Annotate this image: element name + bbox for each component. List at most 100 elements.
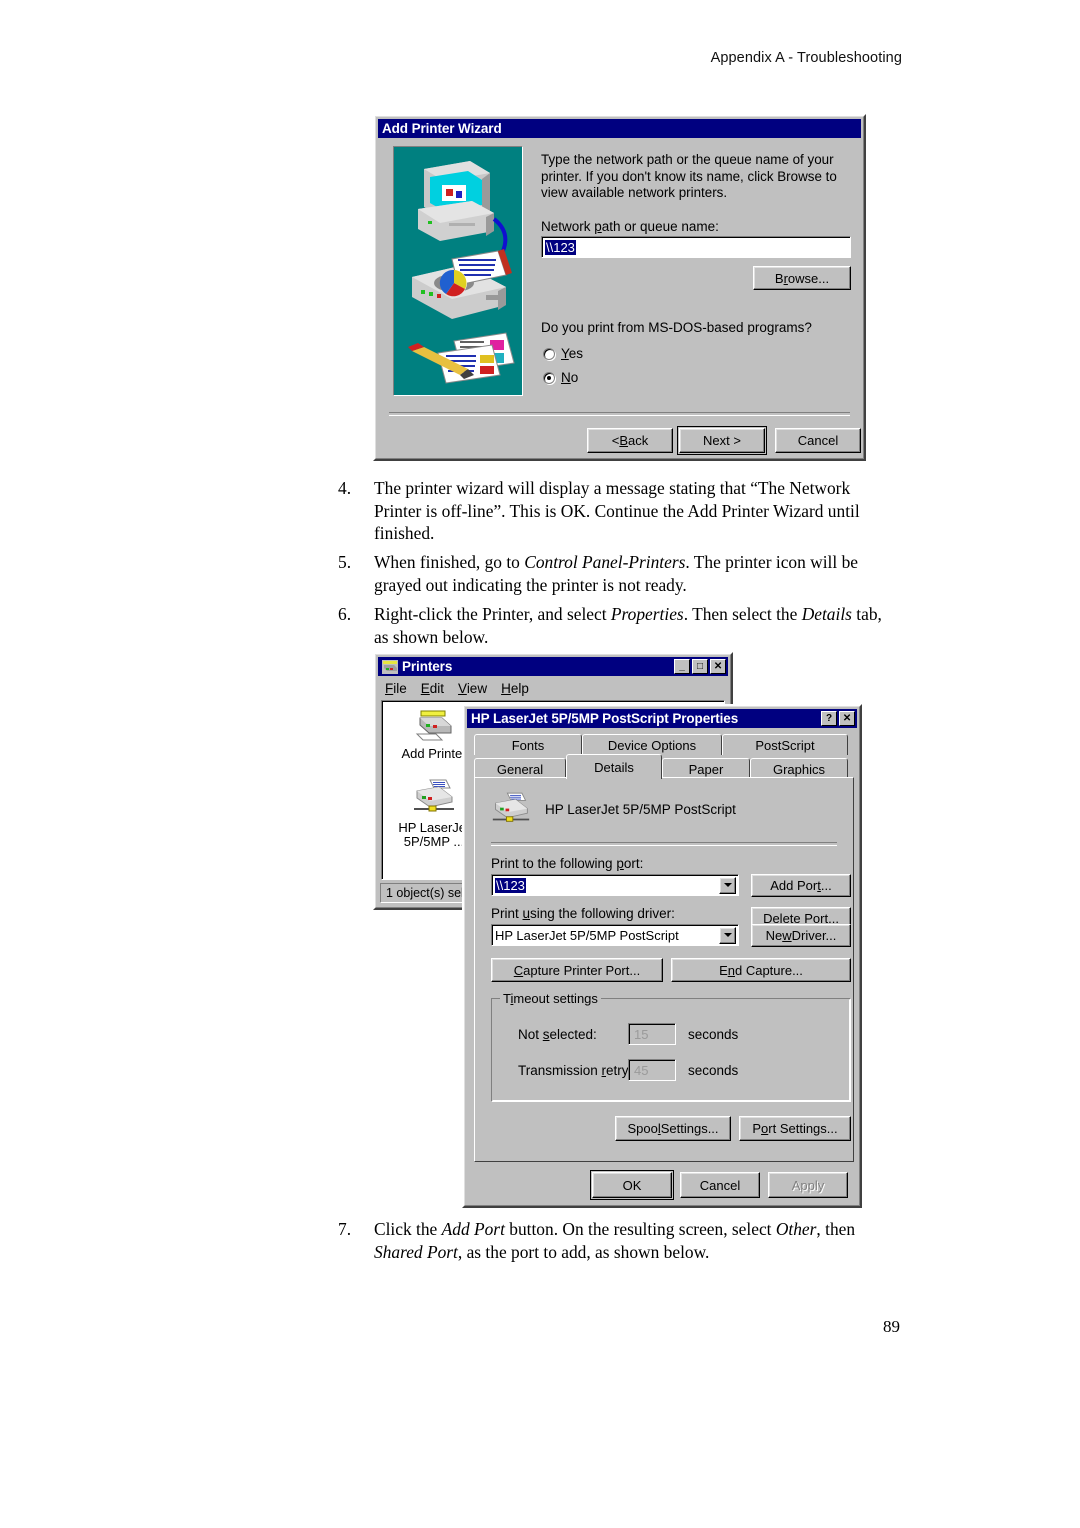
transmission-retry-label: Transmission retry: xyxy=(518,1063,633,1078)
step-text-run: , then xyxy=(816,1219,856,1239)
network-path-label: Network path or queue name: xyxy=(541,219,719,234)
step-text-run: . Then select the xyxy=(683,603,802,624)
step-text-emphasis: Details xyxy=(801,603,852,624)
cancel-button[interactable]: Cancel xyxy=(775,428,861,453)
cancel-button[interactable]: Cancel xyxy=(680,1172,760,1198)
step-number: 7. xyxy=(338,1219,352,1239)
tab-fonts[interactable]: Fonts xyxy=(474,734,582,755)
new-driver-button[interactable]: Ne w Driver... xyxy=(751,924,851,947)
wizard-separator xyxy=(389,412,850,416)
printer-icon xyxy=(414,779,454,812)
identity-separator xyxy=(491,842,837,846)
not-selected-unit: seconds xyxy=(688,1027,739,1042)
step-text-run: button. On the resulting screen, select xyxy=(504,1219,776,1239)
printer-properties-dialog: HP LaserJet 5P/5MP PostScript Properties… xyxy=(462,704,862,1208)
printers-menubar: File Edit View Help xyxy=(379,678,727,698)
minimize-button[interactable]: _ xyxy=(674,659,690,674)
radio-no-circle xyxy=(543,371,555,384)
tab-general[interactable]: General xyxy=(474,758,566,779)
step-item: 4. The printer wizard will display a mess… xyxy=(338,477,894,545)
add-printer-icon xyxy=(415,710,452,741)
steps-list-1: 4. The printer wizard will display a mess… xyxy=(338,477,894,655)
printers-title: Printers xyxy=(402,659,453,674)
not-selected-input[interactable]: 15 xyxy=(628,1023,676,1045)
wizard-titlebar: Add Printer Wizard xyxy=(378,119,861,138)
step-text-emphasis: Control Panel-Printers xyxy=(524,552,686,573)
add-port-button[interactable]: Add Por t... xyxy=(751,874,851,897)
tab-device-options[interactable]: Device Options xyxy=(582,734,722,755)
step-number: 4. xyxy=(338,478,352,498)
step-item: 6. Right-click the Printer, and select Pr… xyxy=(338,603,894,648)
printer-identity: HP LaserJet 5P/5MP PostScript xyxy=(491,792,736,827)
step-number: 5. xyxy=(338,552,352,573)
properties-title: HP LaserJet 5P/5MP PostScript Properties xyxy=(471,711,739,726)
step-text: Click the Add Port button. On the result… xyxy=(374,1218,894,1263)
close-button[interactable]: ✕ xyxy=(839,711,855,726)
back-button[interactable]: < Back xyxy=(587,428,673,453)
page-header: Appendix A - Troubleshooting xyxy=(710,50,902,66)
wizard-illustration xyxy=(393,146,523,396)
step-text: When finished, go to Control Panel-Print… xyxy=(374,551,894,596)
step-text: Right-click the Printer, and select Prop… xyxy=(374,603,894,648)
step-item: 7. Click the Add Port button. On the resu… xyxy=(338,1218,894,1263)
printer-name-label: HP LaserJet 5P/5MP PostScript xyxy=(545,802,736,817)
wizard-title: Add Printer Wizard xyxy=(382,121,502,136)
step-text-run: The printer wizard will display a messag… xyxy=(374,478,860,544)
end-capture-button[interactable]: End Capture... xyxy=(671,958,851,982)
port-settings-button[interactable]: Po rt Settings... xyxy=(739,1116,851,1141)
step-text: The printer wizard will display a messag… xyxy=(374,477,894,545)
port-combobox[interactable]: \\123 xyxy=(491,874,739,896)
capture-printer-port-button[interactable]: Capture Printer Port... xyxy=(491,958,663,982)
page-number: 89 xyxy=(883,1317,900,1336)
network-path-value: \\123 xyxy=(545,239,576,255)
step-text-emphasis: Add Port xyxy=(441,1219,505,1239)
tabs-row-1: Fonts Device Options PostScript xyxy=(474,734,848,755)
tab-details[interactable]: Details xyxy=(566,754,662,779)
printer-icon xyxy=(492,792,530,822)
step-text-emphasis: Shared Port xyxy=(374,1241,458,1262)
step-number: 6. xyxy=(338,603,352,624)
chevron-down-icon[interactable] xyxy=(719,876,736,894)
tab-paper[interactable]: Paper xyxy=(662,758,750,779)
radio-no[interactable]: No xyxy=(543,370,578,385)
driver-value: HP LaserJet 5P/5MP PostScript xyxy=(495,927,679,943)
printers-folder-icon xyxy=(382,659,398,674)
spool-settings-button[interactable]: Spoo l Settings... xyxy=(615,1116,731,1141)
printers-titlebar: Printers _ □ ✕ xyxy=(378,657,728,676)
driver-label: Print using the following driver: xyxy=(491,906,675,921)
step-text-emphasis: Properties xyxy=(610,603,684,624)
close-button[interactable]: ✕ xyxy=(710,659,726,674)
menu-view[interactable]: View xyxy=(458,681,487,696)
network-path-input[interactable]: \\123 xyxy=(541,236,851,258)
chevron-down-icon[interactable] xyxy=(719,926,736,944)
details-tab-panel: HP LaserJet 5P/5MP PostScript Print to t… xyxy=(474,777,854,1162)
ok-button[interactable]: OK xyxy=(590,1170,674,1200)
help-button[interactable]: ? xyxy=(821,711,837,726)
port-value: \\123 xyxy=(495,877,526,893)
computer-printer-documents-icon xyxy=(394,147,522,395)
next-button[interactable]: Next > xyxy=(677,426,767,455)
transmission-retry-input[interactable]: 45 xyxy=(628,1059,676,1081)
properties-titlebar: HP LaserJet 5P/5MP PostScript Properties… xyxy=(467,709,857,728)
tab-postscript[interactable]: PostScript xyxy=(722,734,848,755)
wizard-instruction: Type the network path or the queue name … xyxy=(541,152,837,201)
radio-yes[interactable]: Yes xyxy=(543,346,583,361)
step-item: 5. When finished, go to Control Panel-Pri… xyxy=(338,551,894,596)
browse-button[interactable]: Br owse... xyxy=(753,266,851,290)
timeout-settings-group: Timeout settings Not selected: 15 second… xyxy=(491,991,851,1102)
radio-yes-circle xyxy=(543,347,555,360)
menu-file[interactable]: File xyxy=(385,681,407,696)
not-selected-label: Not selected: xyxy=(518,1027,597,1042)
add-printer-wizard-dialog: Add Printer Wizard Type the network path… xyxy=(373,114,866,461)
step-text-emphasis: Other xyxy=(775,1219,817,1239)
port-label: Print to the following port: xyxy=(491,856,644,871)
timeout-settings-title: Timeout settings xyxy=(500,991,601,1006)
menu-help[interactable]: Help xyxy=(501,681,529,696)
driver-combobox[interactable]: HP LaserJet 5P/5MP PostScript xyxy=(491,924,739,946)
tab-graphics[interactable]: Graphics xyxy=(750,758,848,779)
menu-edit[interactable]: Edit xyxy=(421,681,444,696)
dos-question-label: Do you print from MS-DOS-based programs? xyxy=(541,320,812,335)
maximize-button[interactable]: □ xyxy=(692,659,708,674)
apply-button: Apply xyxy=(768,1172,848,1198)
steps-list-2: 7. Click the Add Port button. On the resu… xyxy=(338,1218,894,1270)
